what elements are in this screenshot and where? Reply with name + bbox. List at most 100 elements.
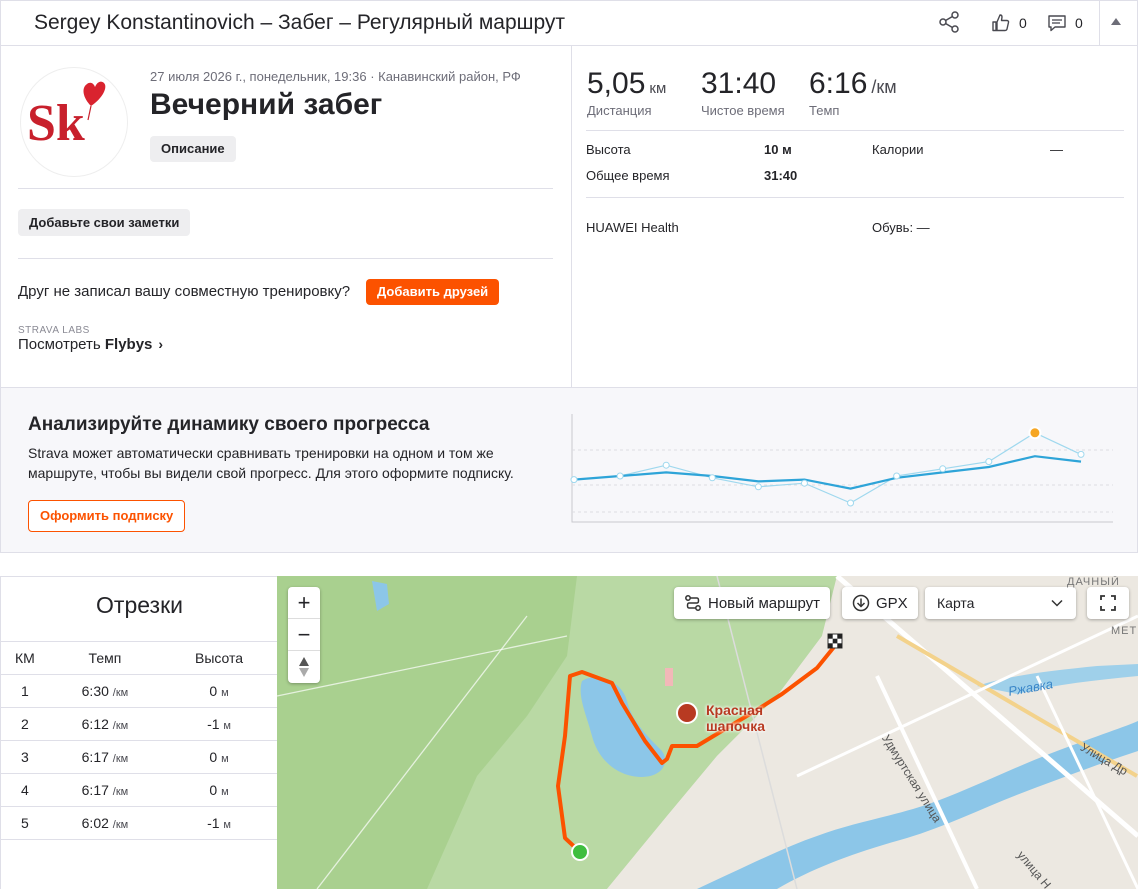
- chart-point: [754, 483, 762, 491]
- share-icon[interactable]: [937, 10, 961, 34]
- friend-question: Друг не записал вашу совместную трениров…: [18, 283, 351, 300]
- route-map[interactable]: + − Новый маршрут GPX Карта ДАЧНЫЙ МЕТ Р…: [277, 576, 1138, 889]
- table-row: 5 6:02 /км -1 м: [1, 806, 277, 840]
- table-row: 3 6:17 /км 0 м: [1, 740, 277, 774]
- progress-chart: [570, 414, 1113, 523]
- map-type-value: Карта: [937, 595, 975, 611]
- add-notes-button[interactable]: Добавьте свои заметки: [18, 209, 191, 236]
- chart-point: [708, 474, 716, 482]
- new-route-button[interactable]: Новый маршрут: [674, 587, 831, 619]
- elapsed-time-label: Общее время: [586, 168, 670, 183]
- split-pace: 6:17 /км: [48, 773, 162, 807]
- add-friends-button[interactable]: Добавить друзей: [366, 279, 500, 305]
- splits-title: Отрезки: [96, 592, 183, 618]
- promo-text: Strava может автоматически сравнивать тр…: [28, 443, 548, 483]
- split-km: 5: [1, 806, 49, 840]
- comment-icon: [1048, 15, 1066, 32]
- split-elevation: 0 м: [161, 674, 277, 708]
- split-elevation: 0 м: [161, 740, 277, 774]
- subscribe-button[interactable]: Оформить подписку: [28, 500, 186, 532]
- table-row: 1 6:30 /км 0 м: [1, 674, 277, 708]
- map-label-dachny: ДАЧНЫЙ: [1067, 576, 1120, 588]
- promo-title: Анализируйте динамику своего прогресса: [28, 414, 430, 435]
- chart-point: [616, 472, 624, 480]
- elevation-label: Высота: [586, 142, 631, 157]
- collapse-icon[interactable]: [1111, 18, 1121, 25]
- zoom-out-button[interactable]: −: [288, 619, 320, 651]
- chevron-right-icon: ›: [158, 336, 164, 352]
- stat-distance: 5,05 км Дистанция: [587, 67, 666, 118]
- distance-label: Дистанция: [587, 103, 652, 118]
- distance-unit: км: [649, 80, 667, 97]
- map-label-met: МЕТ: [1111, 625, 1138, 637]
- split-km: 1: [1, 674, 49, 708]
- col-elevation: Высота: [161, 641, 277, 675]
- zoom-controls: + −: [288, 587, 320, 683]
- divider: [18, 258, 553, 259]
- zoom-in-button[interactable]: +: [288, 587, 320, 619]
- activity-stats: 5,05 км Дистанция 31:40 Чистое время 6:16…: [573, 45, 1138, 388]
- split-elevation: -1 м: [161, 806, 277, 840]
- pace-label: Темп: [809, 103, 840, 118]
- moving-time-label: Чистое время: [701, 103, 785, 118]
- thumbs-up-icon: [992, 14, 1010, 32]
- compass-button[interactable]: [288, 651, 320, 683]
- poi-name: Красная шапочка: [706, 702, 765, 734]
- table-row: 4 6:17 /км 0 м: [1, 773, 277, 807]
- chart-point: [893, 472, 901, 480]
- promo-brand: Strava: [28, 445, 69, 461]
- split-km: 4: [1, 773, 49, 807]
- divider: [18, 188, 553, 189]
- new-route-label: Новый маршрут: [708, 594, 821, 612]
- chart-point: [847, 499, 855, 507]
- flybys-bold: Flybys: [104, 336, 153, 353]
- elevation-value: 10 м: [764, 142, 792, 157]
- pace-value: 6:16: [809, 67, 868, 100]
- chart-point: [800, 479, 808, 487]
- split-km: 2: [1, 707, 49, 741]
- table-row: 2 6:12 /км -1 м: [1, 707, 277, 741]
- comments-button[interactable]: 0: [1047, 12, 1083, 34]
- description-button[interactable]: Описание: [150, 136, 236, 162]
- flybys-link[interactable]: Посмотреть Flybys ›: [18, 336, 163, 353]
- chart-point: [662, 461, 670, 469]
- header-divider: [1099, 1, 1100, 45]
- chart-highlight-point: [1028, 426, 1042, 440]
- strava-labs-label: STRAVA LABS: [18, 325, 90, 336]
- avatar-monogram: Sk: [27, 95, 85, 152]
- kudos-count: 0: [1019, 15, 1027, 31]
- poi-name-line2: шапочка: [706, 718, 766, 734]
- download-icon: [852, 594, 870, 612]
- activity-name: Вечерний забег: [150, 88, 383, 121]
- stat-pace: 6:16/км Темп: [809, 67, 897, 118]
- activity-summary: Sk 27 июля 2026 г., понедельник, 19:36 ·…: [1, 45, 572, 388]
- map-poi[interactable]: Красная шапочка: [676, 702, 765, 734]
- activity-date: 27 июля 2026 г., понедельник, 19:36 · Ка…: [150, 69, 521, 84]
- kudos-button[interactable]: 0: [991, 12, 1027, 34]
- split-pace: 6:02 /км: [48, 806, 162, 840]
- comments-count: 0: [1075, 15, 1083, 31]
- moving-time-value: 31:40: [701, 67, 777, 100]
- map-type-select[interactable]: Карта: [925, 587, 1076, 619]
- split-pace: 6:30 /км: [48, 674, 162, 708]
- splits-table: КМ Темп Высота 1 6:30 /км 0 м 2 6:12 /км -1 м…: [1, 641, 277, 840]
- col-pace: Темп: [48, 641, 162, 675]
- fullscreen-button[interactable]: [1087, 587, 1129, 619]
- fullscreen-icon: [1100, 595, 1116, 611]
- avatar[interactable]: Sk: [20, 67, 128, 177]
- elapsed-time-value: 31:40: [764, 168, 798, 183]
- split-elevation: 0 м: [161, 773, 277, 807]
- split-pace: 6:12 /км: [48, 707, 162, 741]
- calories-label: Калории: [872, 142, 924, 157]
- poi-name-line1: Красная: [706, 702, 764, 718]
- chart-point: [985, 458, 993, 466]
- progress-promo: Анализируйте динамику своего прогресса S…: [0, 387, 1138, 553]
- gpx-button[interactable]: GPX: [842, 587, 918, 619]
- split-pace: 6:17 /км: [48, 740, 162, 774]
- split-km: 3: [1, 740, 49, 774]
- chart-series-a: [573, 455, 1082, 490]
- compass-icon: [299, 657, 309, 677]
- chart-series-b: [573, 432, 1082, 504]
- chart-point: [570, 476, 578, 484]
- stat-moving-time: 31:40 Чистое время: [701, 67, 785, 118]
